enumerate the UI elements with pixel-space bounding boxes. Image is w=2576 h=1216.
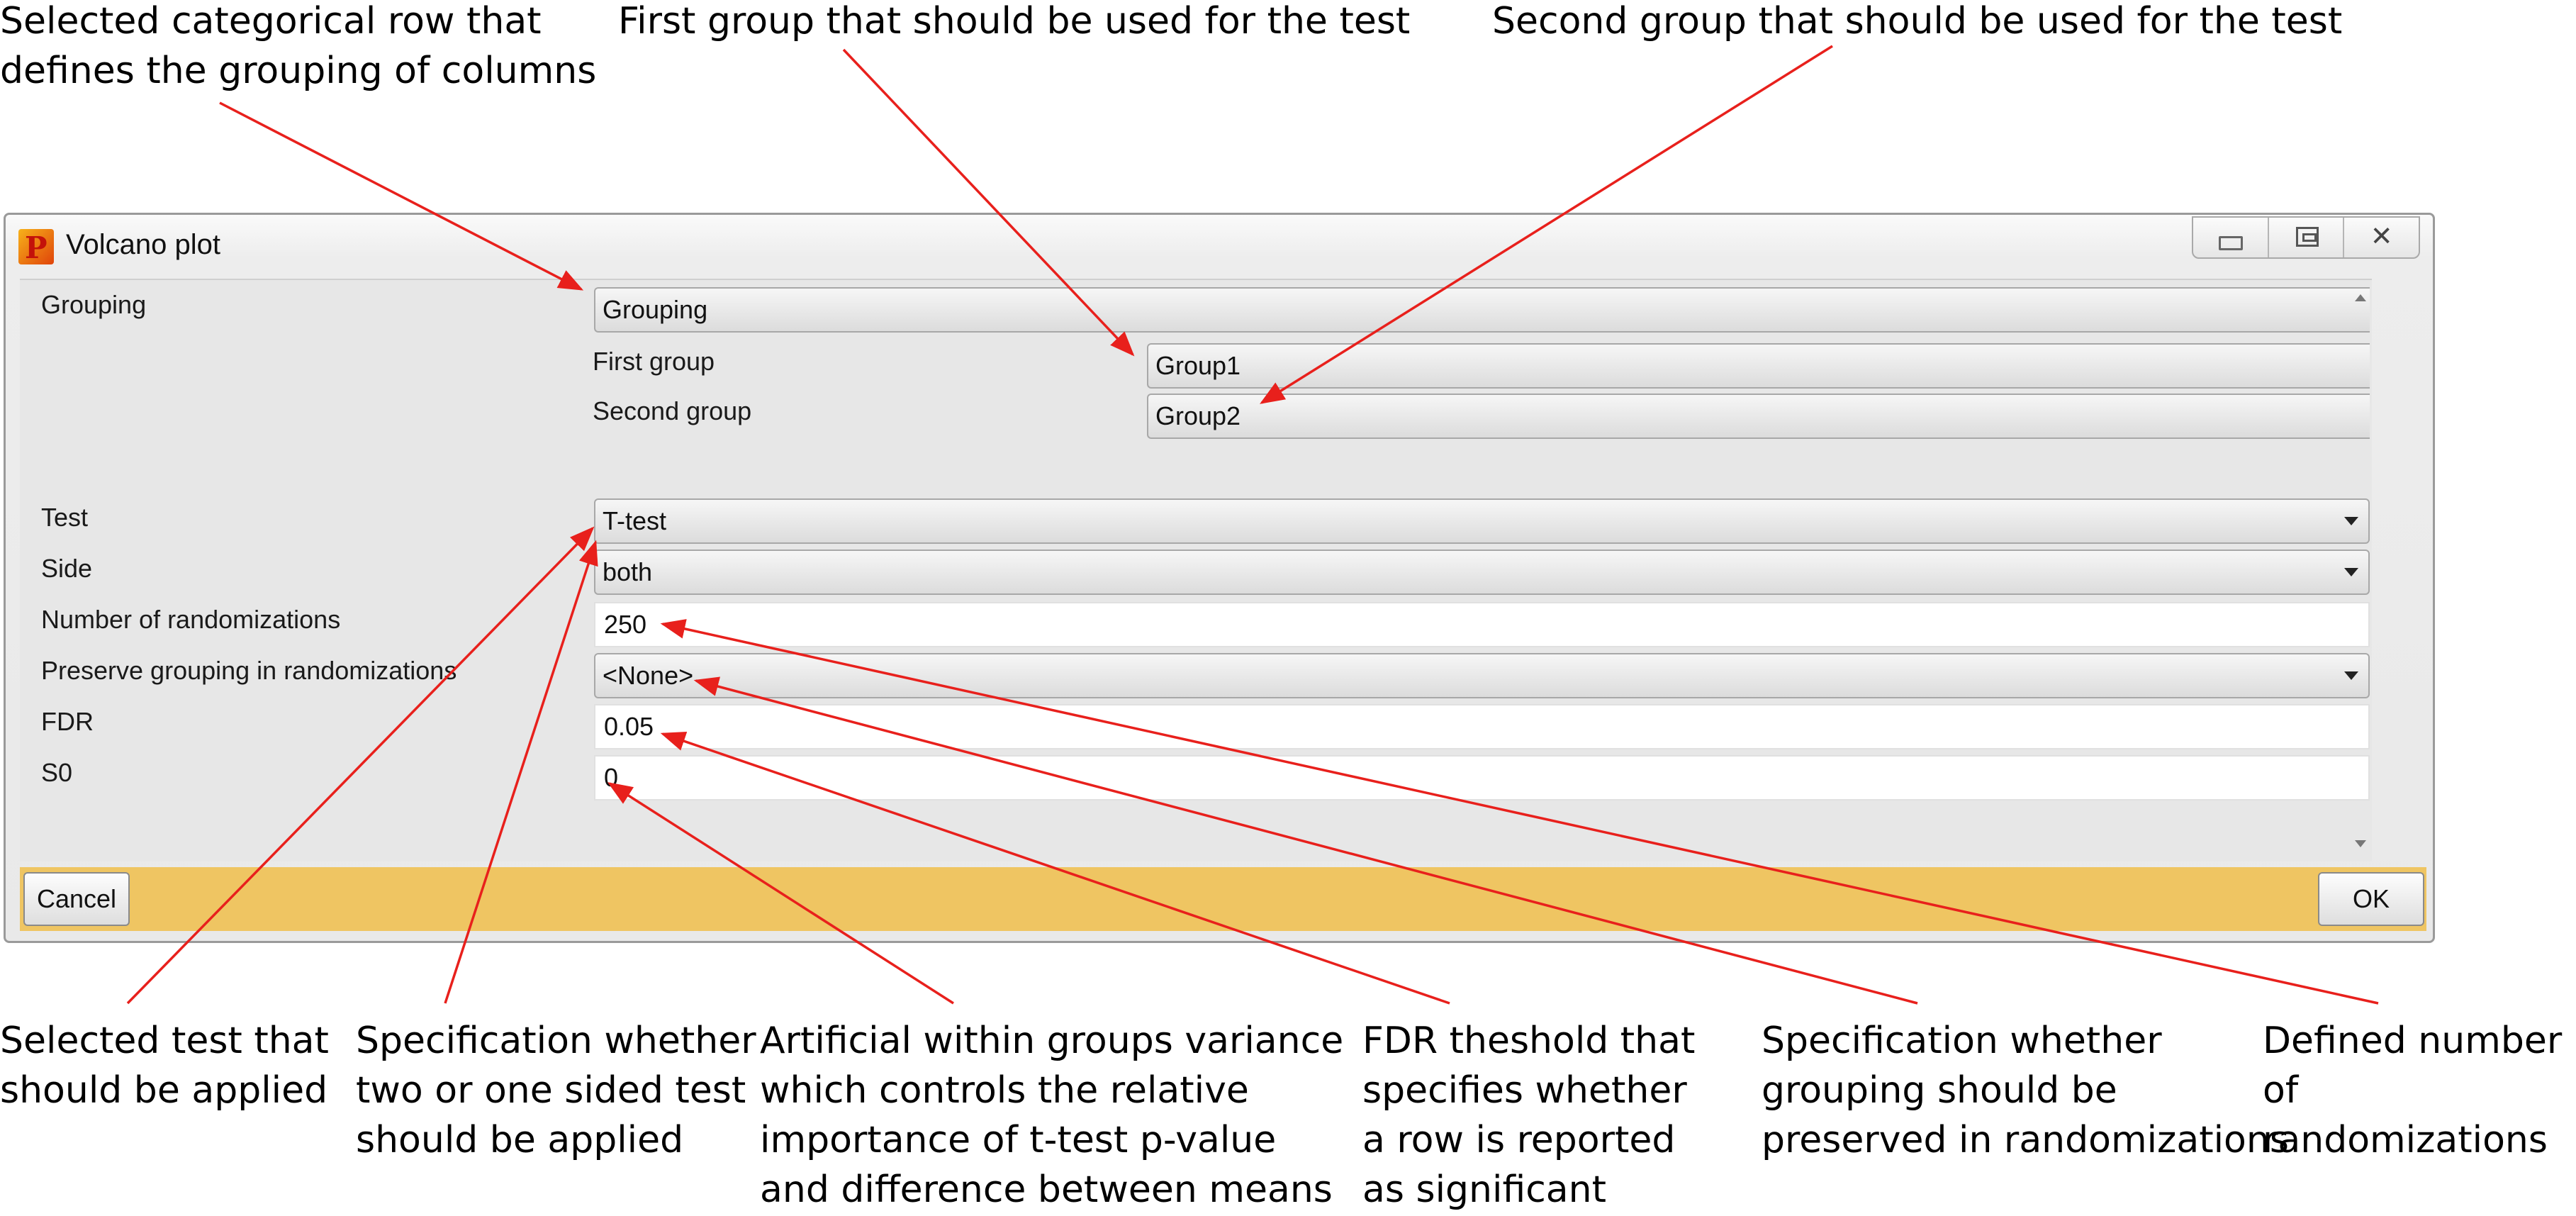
test-value: T-test	[603, 506, 667, 535]
close-icon[interactable]: ✕	[2344, 218, 2419, 257]
preserve-grouping-value: <None>	[603, 661, 694, 690]
first-group-select[interactable]: Group1	[1147, 343, 2370, 389]
perseus-p-icon: P	[18, 229, 54, 265]
chevron-down-icon	[2344, 517, 2358, 525]
ok-button[interactable]: OK	[2318, 872, 2424, 926]
randomizations-input[interactable]: 250	[594, 602, 2370, 647]
window-controls: ✕	[2192, 216, 2420, 259]
window-title: Volcano plot	[66, 229, 220, 260]
annotation-grouping-row: Selected categorical row that defines th…	[0, 0, 597, 92]
randomizations-label: Number of randomizations	[41, 605, 341, 634]
side-label: Side	[41, 554, 93, 583]
button-bar: Cancel OK	[20, 867, 2426, 931]
side-dropdown[interactable]: both	[594, 550, 2370, 595]
test-dropdown[interactable]: T-test	[594, 498, 2370, 544]
parameter-panel: Grouping Grouping First group Group1 Sec…	[20, 279, 2372, 861]
grouping-select[interactable]: Grouping	[594, 287, 2370, 333]
fdr-input[interactable]: 0.05	[594, 704, 2370, 749]
s0-input[interactable]: 0	[594, 755, 2370, 801]
cancel-button[interactable]: Cancel	[23, 872, 130, 926]
second-group-label: Second group	[593, 396, 752, 425]
title-bar[interactable]: P Volcano plot ✕	[6, 215, 2433, 279]
grouping-label: Grouping	[41, 290, 147, 319]
first-group-label: First group	[593, 347, 715, 376]
preserve-grouping-label: Preserve grouping in randomizations	[41, 656, 457, 685]
annotation-randomizations: Defined number of randomizations	[2263, 1020, 2563, 1161]
annotation-fdr: FDR theshold that specifies whether a ro…	[1362, 1020, 1696, 1211]
scroll-up-icon[interactable]	[2355, 294, 2366, 301]
chevron-down-icon	[2344, 671, 2358, 680]
annotation-s0: Artificial within groups variance which …	[760, 1020, 1344, 1211]
annotation-side: Specification whether two or one sided t…	[356, 1020, 756, 1161]
annotation-first-group: First group that should be used for the …	[618, 0, 1411, 43]
maximize-icon[interactable]	[2269, 218, 2345, 257]
s0-label: S0	[41, 758, 73, 787]
volcano-plot-dialog: P Volcano plot ✕ Grouping Grouping First…	[4, 213, 2435, 943]
annotation-preserve: Specification whether grouping should be…	[1762, 1020, 2289, 1161]
chevron-down-icon	[2344, 568, 2358, 576]
test-label: Test	[41, 503, 89, 532]
second-group-select[interactable]: Group2	[1147, 394, 2370, 439]
minimize-icon[interactable]	[2193, 218, 2269, 257]
scroll-down-icon[interactable]	[2355, 840, 2366, 847]
annotation-test: Selected test that should be applied	[0, 1020, 329, 1112]
preserve-grouping-dropdown[interactable]: <None>	[594, 653, 2370, 698]
fdr-label: FDR	[41, 707, 94, 736]
side-value: both	[603, 557, 653, 586]
annotation-second-group: Second group that should be used for the…	[1492, 0, 2343, 43]
